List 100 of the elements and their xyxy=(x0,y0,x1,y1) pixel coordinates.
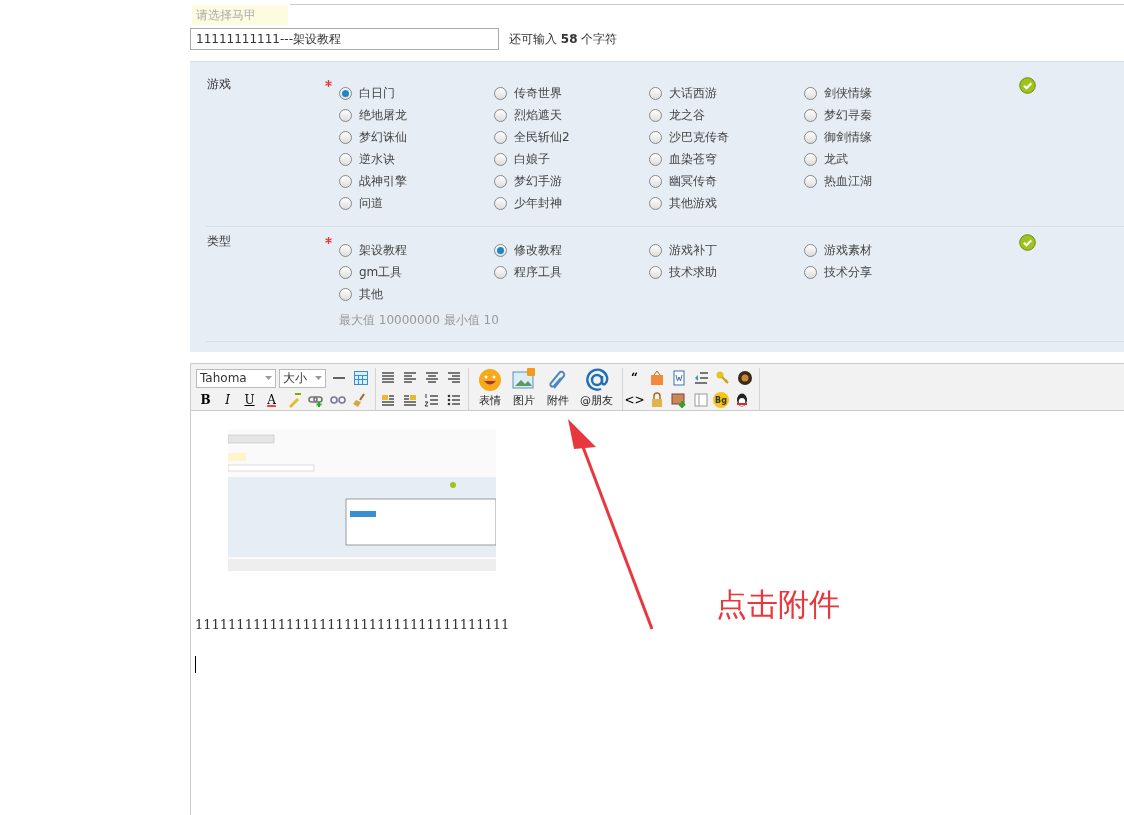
indent-list-icon[interactable] xyxy=(692,370,709,386)
radio-button[interactable] xyxy=(649,243,662,257)
option-label[interactable]: 龙之谷 xyxy=(669,106,705,124)
at-sign-icon xyxy=(584,368,609,392)
option-label[interactable]: 烈焰遮天 xyxy=(514,106,562,124)
key-icon[interactable] xyxy=(714,370,731,386)
option-label[interactable]: 绝地屠龙 xyxy=(359,106,407,124)
align-justify-icon[interactable] xyxy=(379,370,396,386)
radio-button[interactable] xyxy=(339,243,352,257)
radio-button[interactable] xyxy=(804,152,817,166)
image-download-icon[interactable] xyxy=(670,392,687,408)
image-button[interactable]: 图片 xyxy=(509,368,539,408)
radio-button[interactable] xyxy=(804,265,817,279)
radio-button[interactable] xyxy=(339,265,352,279)
radio-button[interactable] xyxy=(339,86,352,100)
radio-button[interactable] xyxy=(339,287,352,301)
radio-button[interactable] xyxy=(494,265,507,279)
option-label[interactable]: 其他游戏 xyxy=(669,194,717,212)
option-label[interactable]: 修改教程 xyxy=(514,241,562,259)
radio-button[interactable] xyxy=(804,108,817,122)
document-icon[interactable] xyxy=(670,370,687,386)
option-label[interactable]: 程序工具 xyxy=(514,263,562,281)
columns-icon[interactable] xyxy=(692,392,709,408)
background-button[interactable]: Bg xyxy=(713,392,729,408)
mention-button[interactable]: @朋友 xyxy=(577,368,616,408)
radio-button[interactable] xyxy=(339,108,352,122)
bold-button[interactable]: B xyxy=(196,390,215,410)
option-label[interactable]: 血染苍穹 xyxy=(669,150,717,168)
option-label[interactable]: 白日门 xyxy=(359,84,395,102)
size-value: 大小 xyxy=(283,369,307,387)
radio-button[interactable] xyxy=(649,108,662,122)
option-label[interactable]: 少年封神 xyxy=(514,194,562,212)
radio-button[interactable] xyxy=(804,243,817,257)
option-label[interactable]: 大话西游 xyxy=(669,84,717,102)
float-right-icon[interactable] xyxy=(401,392,418,408)
radio-button[interactable] xyxy=(494,108,507,122)
emoji-button[interactable]: 表情 xyxy=(475,368,505,408)
radio-button[interactable] xyxy=(339,130,352,144)
field-label: 类型 xyxy=(206,233,232,250)
option-label[interactable]: gm工具 xyxy=(359,263,403,281)
radio-button[interactable] xyxy=(339,174,352,188)
option-label[interactable]: 沙巴克传奇 xyxy=(669,128,729,146)
font-color-button[interactable]: A xyxy=(262,390,281,410)
option-label[interactable]: 技术求助 xyxy=(669,263,717,281)
radio-button[interactable] xyxy=(339,152,352,166)
option-label[interactable]: 梦幻寻秦 xyxy=(824,106,872,124)
option-label[interactable]: 问道 xyxy=(359,194,383,212)
option-label[interactable]: 架设教程 xyxy=(359,241,407,259)
option-label[interactable]: 战神引擎 xyxy=(359,172,407,190)
account-field[interactable]: 请选择马甲 xyxy=(192,5,288,25)
radio-button[interactable] xyxy=(649,86,662,100)
table-icon[interactable] xyxy=(352,370,369,386)
option-label[interactable]: 梦幻手游 xyxy=(514,172,562,190)
radio-button[interactable] xyxy=(494,130,507,144)
option-label[interactable]: 剑侠情缘 xyxy=(824,84,872,102)
option-label[interactable]: 白娘子 xyxy=(514,150,550,168)
float-left-icon[interactable] xyxy=(379,392,396,408)
option-label[interactable]: 游戏补丁 xyxy=(669,241,717,259)
radio-button[interactable] xyxy=(494,243,507,257)
align-right-icon[interactable] xyxy=(445,370,462,386)
bullet-list-icon[interactable] xyxy=(445,392,462,408)
italic-button[interactable]: I xyxy=(218,390,237,410)
attachment-button[interactable]: 附件 xyxy=(543,368,573,408)
underline-button[interactable]: U xyxy=(240,390,259,410)
option-label[interactable]: 游戏素材 xyxy=(824,241,872,259)
field-label: 游戏 xyxy=(206,76,232,93)
option-label[interactable]: 其他 xyxy=(359,285,383,303)
radio-button[interactable] xyxy=(804,174,817,188)
option-label[interactable]: 传奇世界 xyxy=(514,84,562,102)
option-label[interactable]: 幽冥传奇 xyxy=(669,172,717,190)
option-label[interactable]: 全民斩仙2 xyxy=(514,128,570,146)
option-label[interactable]: 逆水诀 xyxy=(359,150,395,168)
title-field[interactable]: 11111111111---架设教程 xyxy=(190,28,499,50)
caret-icon xyxy=(315,376,322,380)
quote-button[interactable]: “ xyxy=(625,368,644,388)
option-label[interactable]: 龙武 xyxy=(824,150,848,168)
radio-button[interactable] xyxy=(649,174,662,188)
option-label[interactable]: 梦幻诛仙 xyxy=(359,128,407,146)
option-label[interactable]: 技术分享 xyxy=(824,263,872,281)
align-center-icon[interactable] xyxy=(423,370,440,386)
caret-icon xyxy=(265,376,272,380)
radio-button[interactable] xyxy=(804,130,817,144)
radio-button[interactable] xyxy=(494,152,507,166)
radio-button[interactable] xyxy=(649,196,662,210)
radio-button[interactable] xyxy=(494,196,507,210)
radio-button[interactable] xyxy=(804,86,817,100)
radio-button[interactable] xyxy=(649,152,662,166)
ordered-list-icon[interactable] xyxy=(423,392,440,408)
radio-button[interactable] xyxy=(649,130,662,144)
radio-button[interactable] xyxy=(649,265,662,279)
code-button[interactable]: <> xyxy=(625,390,644,410)
broom-icon[interactable] xyxy=(351,392,368,408)
option-label[interactable]: 御剑情缘 xyxy=(824,128,872,146)
align-left-icon[interactable] xyxy=(401,370,418,386)
radio-button[interactable] xyxy=(494,86,507,100)
radio-button[interactable] xyxy=(339,196,352,210)
font-select[interactable]: Tahoma xyxy=(196,368,276,388)
option-label[interactable]: 热血江湖 xyxy=(824,172,872,190)
radio-button[interactable] xyxy=(494,174,507,188)
size-select[interactable]: 大小 xyxy=(279,368,326,388)
